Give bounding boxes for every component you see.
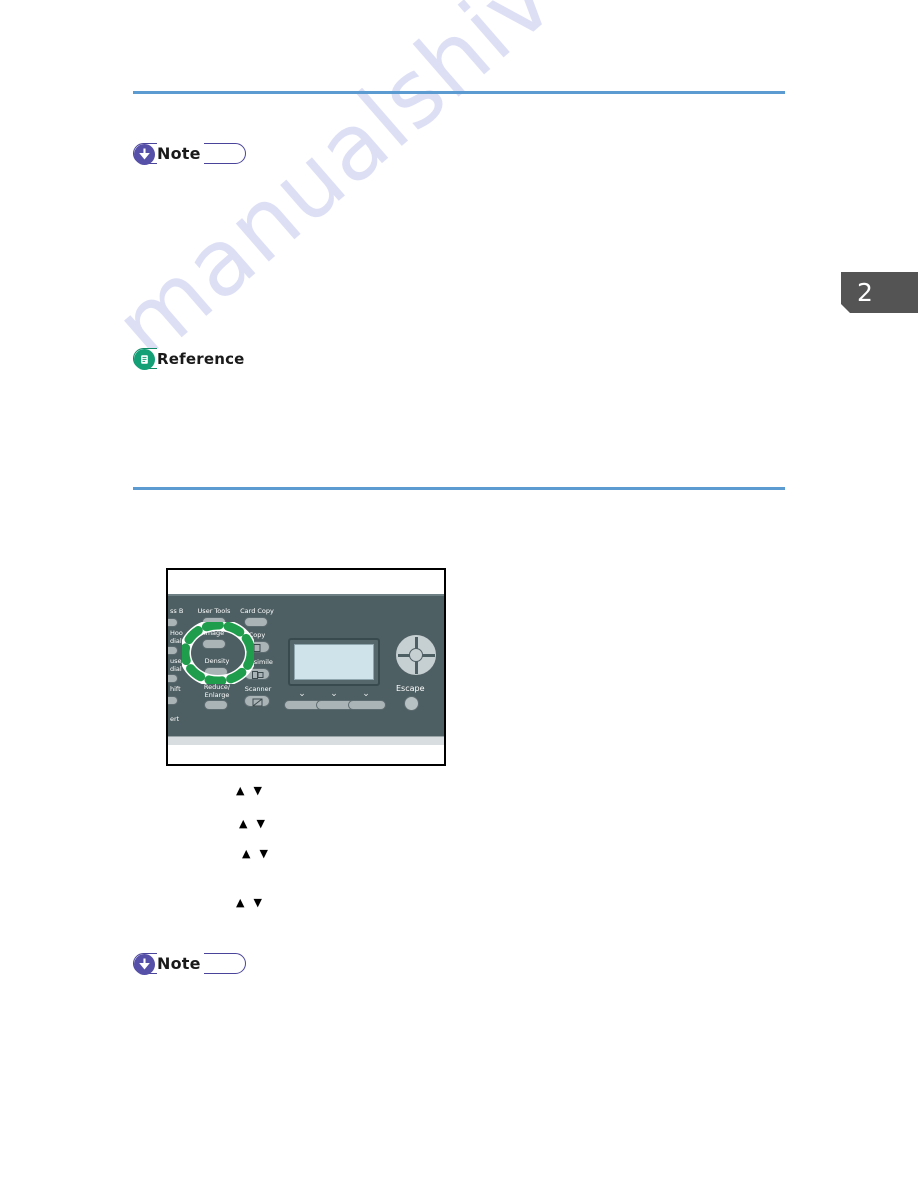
arrow-step-4: ▲ ▼ (236, 897, 262, 909)
reference-badge-pill: Reference (133, 348, 248, 370)
arrow-step-1: ▲ ▼ (236, 785, 262, 797)
chapter-tab: 2 (841, 272, 918, 313)
arrow-down-3: ▼ (259, 847, 268, 860)
down-arrow-circle-icon (134, 954, 155, 975)
arrow-up-4: ▲ (236, 896, 245, 909)
section-rule-top (133, 91, 785, 94)
panel-body: ss B Hoo dial use/ dial hift ert User To… (168, 596, 444, 736)
card-copy-label: Card Copy (240, 607, 274, 615)
arrow-down-1: ▼ (253, 784, 262, 797)
arrow-up-1: ▲ (236, 784, 245, 797)
escape-label: Escape (396, 684, 425, 693)
note-badge-label-bottom: Note (157, 953, 204, 975)
control-panel-illustration: ss B Hoo dial use/ dial hift ert User To… (166, 568, 446, 766)
note-badge-label: Note (157, 143, 204, 165)
reduce-enlarge-label: Reduce/ Enlarge (203, 683, 231, 699)
edge-label-2: Hoo dial (170, 629, 183, 645)
arrow-down-2: ▼ (256, 817, 265, 830)
edge-button-3[interactable] (168, 674, 178, 683)
document-page: manualshive.com Note Reference 2 ss B Ho… (0, 0, 918, 1188)
soft-key-3-chevron: ⌄ (362, 689, 370, 699)
edge-button-1[interactable] (168, 618, 178, 627)
lcd-screen (294, 644, 374, 680)
panel-foot (168, 736, 444, 745)
arrow-step-2: ▲ ▼ (239, 818, 265, 830)
soft-key-3[interactable] (348, 700, 386, 710)
highlight-ellipse-icon (182, 622, 254, 684)
escape-button[interactable] (404, 696, 419, 711)
navigation-wheel[interactable] (395, 634, 437, 676)
scanner-label: Scanner (244, 685, 272, 693)
arrow-up-3: ▲ (242, 847, 251, 860)
arrow-up-2: ▲ (239, 817, 248, 830)
note-badge-top: Note (133, 143, 246, 165)
section-rule-middle (133, 487, 785, 490)
note-badge-pill: Note (133, 143, 246, 165)
note-badge-pill-bottom: Note (133, 953, 246, 975)
chapter-number: 2 (857, 278, 873, 307)
edge-label-5: ert (170, 715, 180, 723)
reduce-enlarge-button[interactable] (204, 700, 228, 710)
edge-button-4[interactable] (168, 696, 178, 705)
soft-key-2-chevron: ⌄ (330, 689, 338, 699)
down-arrow-circle-icon (134, 144, 155, 165)
soft-key-1-chevron: ⌄ (298, 689, 306, 699)
scanner-button[interactable] (244, 695, 270, 707)
edge-label-1: ss B (170, 607, 184, 615)
edge-label-4: hift (170, 685, 181, 693)
note-badge-bottom: Note (133, 953, 246, 975)
watermark-text: manualshive.com (95, 0, 791, 381)
user-tools-label: User Tools (197, 607, 231, 615)
document-lines-icon (134, 349, 155, 370)
lcd-display-frame (288, 638, 380, 686)
reference-badge: Reference (133, 348, 248, 370)
nav-ok-button[interactable] (409, 648, 423, 662)
reference-badge-label: Reference (157, 348, 248, 370)
arrow-step-3: ▲ ▼ (242, 848, 268, 860)
arrow-down-4: ▼ (253, 896, 262, 909)
edge-button-2[interactable] (168, 646, 178, 655)
